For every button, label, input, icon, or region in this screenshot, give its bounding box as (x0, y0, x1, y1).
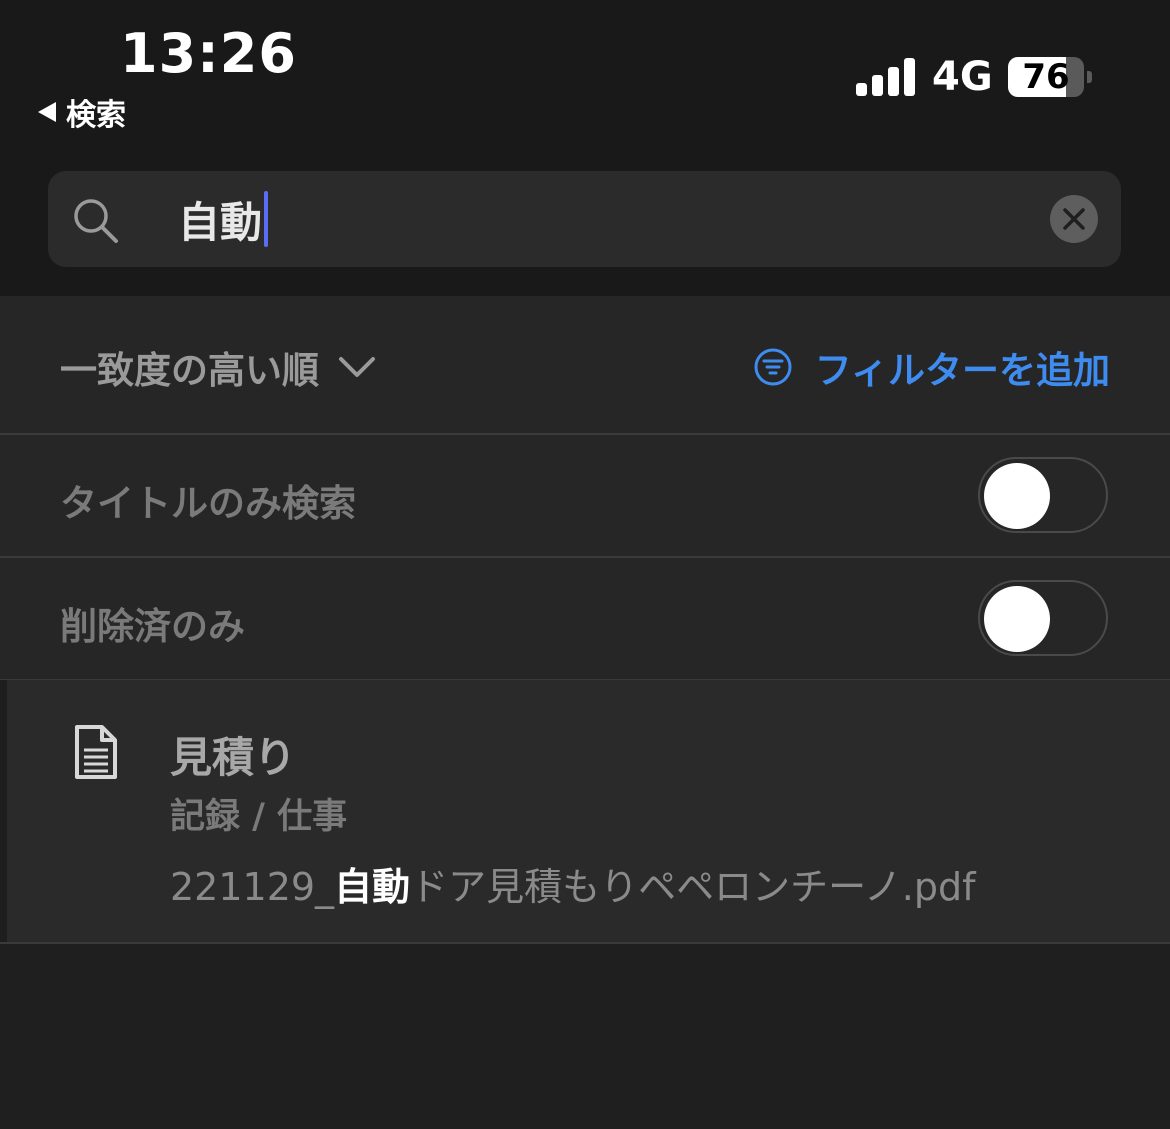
result-edge (0, 680, 7, 942)
result-path: 記録 / 仕事 (170, 797, 348, 837)
back-arrow-icon (38, 102, 56, 122)
add-filter-label: フィルターを追加 (814, 349, 1110, 392)
search-field[interactable]: 自動 (48, 171, 1121, 267)
sort-order-dropdown[interactable]: 一致度の高い順 (60, 340, 377, 394)
text-caret (264, 191, 269, 247)
snippet-match-highlight: 自動 (334, 865, 411, 909)
cellular-signal-icon (856, 58, 916, 96)
battery-level: 76 (1022, 57, 1070, 97)
search-input[interactable]: 自動 (178, 191, 269, 247)
document-icon (75, 725, 117, 779)
snippet-text: 221129_ (170, 865, 335, 909)
search-result-item[interactable]: 見積り 記録 / 仕事 221129_自動ドア見積もりペペロンチーノ.pdf (0, 680, 1170, 944)
sort-order-label: 一致度の高い順 (60, 349, 319, 392)
back-to-search-link[interactable]: 検索 (38, 92, 126, 133)
result-title: 見積り (170, 733, 297, 782)
title-only-search-row: タイトルのみ検索 (0, 435, 1170, 558)
toggle-knob (984, 586, 1050, 652)
chevron-down-icon (339, 357, 375, 377)
search-icon (74, 199, 118, 243)
status-time: 13:26 (120, 22, 297, 85)
deleted-only-label: 削除済のみ (60, 605, 245, 648)
snippet-text: ドア見積もりペペロンチーノ.pdf (410, 865, 976, 909)
close-icon (1063, 208, 1085, 230)
battery-cap (1087, 71, 1092, 83)
battery-icon: 76 (1008, 57, 1084, 97)
filter-icon (754, 348, 792, 386)
title-only-search-label: タイトルのみ検索 (60, 482, 356, 525)
sort-filter-row: 一致度の高い順 フィルターを追加 (0, 296, 1170, 435)
back-link-label: 検索 (66, 98, 126, 133)
clear-search-button[interactable] (1050, 195, 1098, 243)
add-filter-button[interactable]: フィルターを追加 (753, 340, 1110, 394)
result-snippet: 221129_自動ドア見積もりペペロンチーノ.pdf (170, 856, 976, 911)
title-only-search-toggle[interactable] (978, 457, 1108, 533)
deleted-only-row: 削除済のみ (0, 558, 1170, 681)
search-input-text: 自動 (178, 197, 263, 247)
toggle-knob (984, 463, 1050, 529)
status-bar: 13:26 検索 4G 76 自動 (0, 0, 1170, 296)
deleted-only-toggle[interactable] (978, 580, 1108, 656)
network-type: 4G (932, 54, 993, 100)
